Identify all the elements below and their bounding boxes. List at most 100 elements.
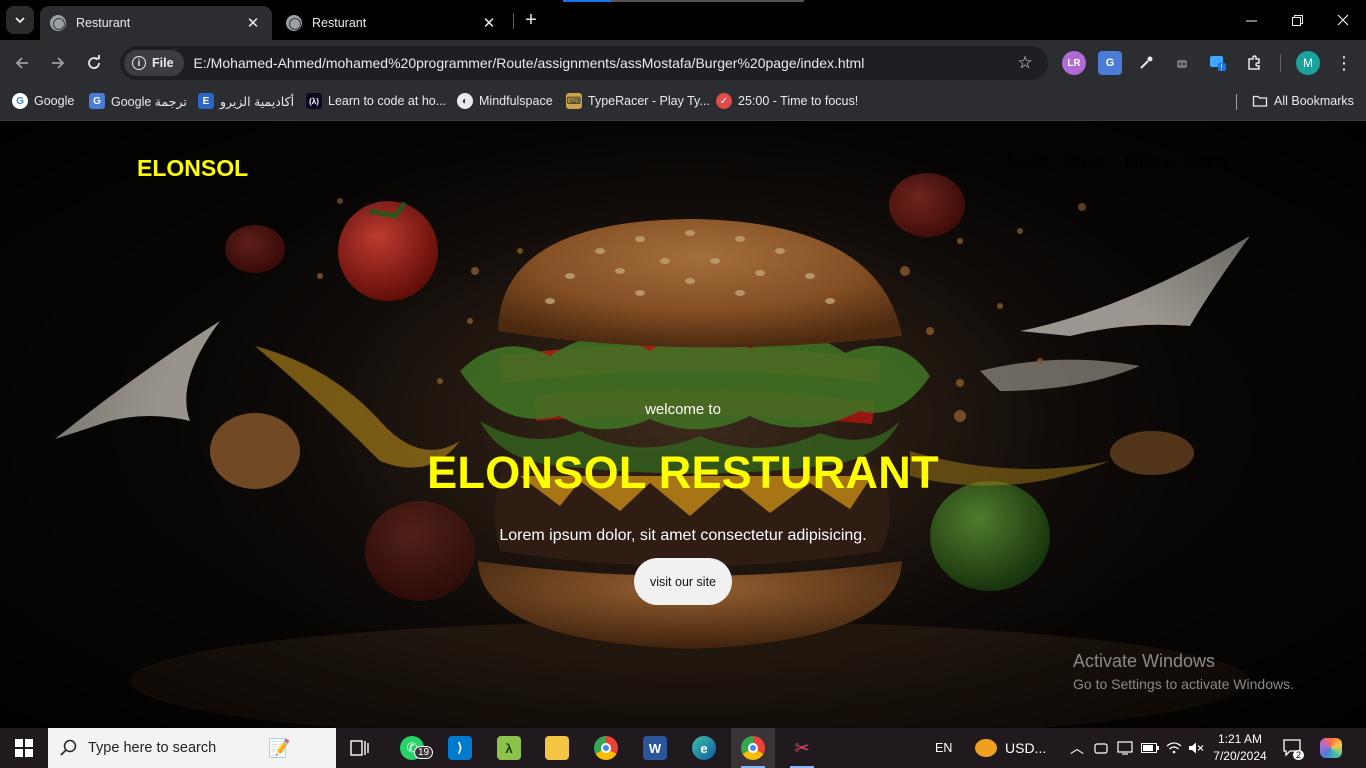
taskbar-file-explorer[interactable] xyxy=(535,728,579,768)
coins-icon xyxy=(975,739,997,757)
bookmark-item[interactable]: G Google xyxy=(12,86,74,116)
taskbar-chrome[interactable] xyxy=(584,728,628,768)
globe-icon xyxy=(50,15,66,31)
snipping-tool-icon: ✂ xyxy=(794,737,810,758)
vscode-icon: ⟩ xyxy=(448,736,472,760)
reload-icon xyxy=(88,55,100,69)
extension-robot-icon[interactable] xyxy=(1170,51,1194,75)
bookmark-item[interactable]: ✓ 25:00 - Time to focus! xyxy=(716,86,858,116)
word-icon: W xyxy=(643,736,667,760)
restore-button[interactable] xyxy=(1274,0,1320,40)
close-window-button[interactable] xyxy=(1320,0,1366,40)
tab-title: Resturant xyxy=(312,16,367,30)
currency-widget-label: USD... xyxy=(1005,740,1047,756)
language-indicator[interactable]: EN xyxy=(935,728,952,768)
hero-title: ELONSOL RESTURANT xyxy=(427,447,939,498)
all-bookmarks-label: All Bookmarks xyxy=(1274,94,1354,108)
wifi-icon[interactable] xyxy=(1166,728,1182,768)
tab-inactive[interactable]: Resturant ✕ xyxy=(276,6,508,40)
extension-eyedropper-icon[interactable] xyxy=(1134,51,1158,75)
bookmark-item[interactable]: ⌨ TypeRacer - Play Ty... xyxy=(566,86,710,116)
mindfulspace-icon: ◐ xyxy=(457,93,473,109)
visit-site-button[interactable]: visit our site xyxy=(634,558,732,605)
folder-icon xyxy=(1252,95,1268,107)
bookmark-item[interactable]: G Google ترجمة xyxy=(89,86,187,116)
minimize-icon xyxy=(1245,20,1257,21)
windows-taskbar: Type here to search 📝 ✆ 19 ⟩ λ W e ✂ EN … xyxy=(0,728,1366,768)
chrome-icon xyxy=(594,736,618,760)
url-text[interactable]: E:/Mohamed-Ahmed/mohamed%20programmer/Ro… xyxy=(194,55,1010,71)
taskbar-chrome-profile[interactable] xyxy=(731,728,775,768)
lambda-icon: λ xyxy=(497,736,521,760)
taskbar-lambda-app[interactable]: λ xyxy=(487,728,531,768)
notification-center-button[interactable]: 2 xyxy=(1282,728,1305,768)
forward-button[interactable] xyxy=(44,49,72,77)
tray-meet-icon[interactable] xyxy=(1094,728,1108,768)
site-info-chip[interactable]: i File xyxy=(124,50,184,76)
info-icon: i xyxy=(132,56,146,70)
tray-chevron-up-icon[interactable]: ︿ xyxy=(1070,728,1084,768)
start-button[interactable] xyxy=(0,728,48,768)
taskbar-search-box[interactable]: Type here to search 📝 xyxy=(48,728,336,768)
reload-button[interactable] xyxy=(80,49,108,77)
taskbar-word[interactable]: W xyxy=(633,728,677,768)
whatsapp-badge: 19 xyxy=(414,746,434,759)
battery-icon[interactable] xyxy=(1141,728,1159,768)
tab-title: Resturant xyxy=(76,16,131,30)
tray-display-icon[interactable] xyxy=(1117,728,1133,768)
tab-divider xyxy=(513,13,514,29)
tab-close-button[interactable]: ✕ xyxy=(244,14,262,32)
nav-link-offers[interactable]: Offers xyxy=(1185,154,1228,172)
all-bookmarks-button[interactable]: All Bookmarks xyxy=(1252,86,1354,116)
browser-toolbar: i File E:/Mohamed-Ahmed/mohamed%20progra… xyxy=(0,40,1366,86)
svg-text:!: ! xyxy=(1220,63,1223,72)
nav-link-home[interactable]: Home xyxy=(1007,154,1050,172)
edge-icon: e xyxy=(692,736,716,760)
nav-link-menu[interactable]: Menue xyxy=(1125,154,1174,172)
extensions-puzzle-icon[interactable] xyxy=(1242,51,1266,75)
bookmark-label: Google ترجمة xyxy=(111,94,187,109)
tab-close-button[interactable]: ✕ xyxy=(480,14,498,32)
copilot-icon[interactable] xyxy=(1320,728,1342,768)
bookmark-label: Mindfulspace xyxy=(479,94,553,108)
address-bar[interactable]: i File E:/Mohamed-Ahmed/mohamed%20progra… xyxy=(120,46,1048,80)
bookmark-label: أكاديمية الزيرو xyxy=(220,94,295,109)
kebab-menu-icon[interactable]: ⋮ xyxy=(1332,51,1356,75)
taskbar-edge[interactable]: e xyxy=(682,728,726,768)
minimize-button[interactable] xyxy=(1228,0,1274,40)
bookmark-label: Google xyxy=(34,94,75,108)
taskbar-clock[interactable]: 1:21 AM 7/20/2024 xyxy=(1206,731,1274,765)
chrome-profile-icon xyxy=(741,736,765,760)
currency-widget[interactable]: USD... xyxy=(975,728,1046,768)
extension-web-icon[interactable]: ! xyxy=(1206,51,1230,75)
site-brand-logo[interactable]: ELONSOL xyxy=(137,155,248,182)
new-tab-button[interactable]: + xyxy=(520,8,542,32)
extension-language-reactor-icon[interactable]: LR xyxy=(1062,51,1086,75)
translate-icon: G xyxy=(89,93,105,109)
hero-subtitle: Lorem ipsum dolor, sit amet consectetur … xyxy=(499,527,867,544)
toolbar-separator xyxy=(1280,54,1281,72)
activate-windows-watermark: Activate Windows Go to Settings to activ… xyxy=(1073,651,1294,692)
task-view-button[interactable] xyxy=(338,728,382,768)
nav-link-about[interactable]: About xyxy=(1062,154,1104,172)
bookmark-star-icon[interactable]: ☆ xyxy=(1010,53,1040,73)
clock-date: 7/20/2024 xyxy=(1213,749,1267,763)
profile-avatar[interactable]: M xyxy=(1296,51,1320,75)
loading-indicator xyxy=(563,0,804,2)
taskbar-snipping-tool[interactable]: ✂ xyxy=(780,728,824,768)
extension-google-translate-icon[interactable]: G xyxy=(1098,51,1122,75)
bookmark-item[interactable]: ◐ Mindfulspace xyxy=(457,86,553,116)
windows-logo-icon xyxy=(15,739,33,757)
back-button[interactable] xyxy=(8,49,36,77)
tab-active[interactable]: Resturant ✕ xyxy=(40,6,272,40)
task-view-icon xyxy=(350,740,369,756)
volume-muted-icon[interactable] xyxy=(1188,728,1204,768)
hero-section: ELONSOL Home About Menue Offers welcome … xyxy=(0,121,1366,728)
search-placeholder: Type here to search xyxy=(88,740,217,756)
taskbar-vscode[interactable]: ⟩ xyxy=(438,728,482,768)
tab-search-button[interactable] xyxy=(6,6,34,34)
bookmark-label: 25:00 - Time to focus! xyxy=(738,94,859,108)
taskbar-whatsapp[interactable]: ✆ 19 xyxy=(390,728,434,768)
bookmark-item[interactable]: E أكاديمية الزيرو xyxy=(198,86,294,116)
bookmark-item[interactable]: (λ) Learn to code at ho... xyxy=(306,86,446,116)
